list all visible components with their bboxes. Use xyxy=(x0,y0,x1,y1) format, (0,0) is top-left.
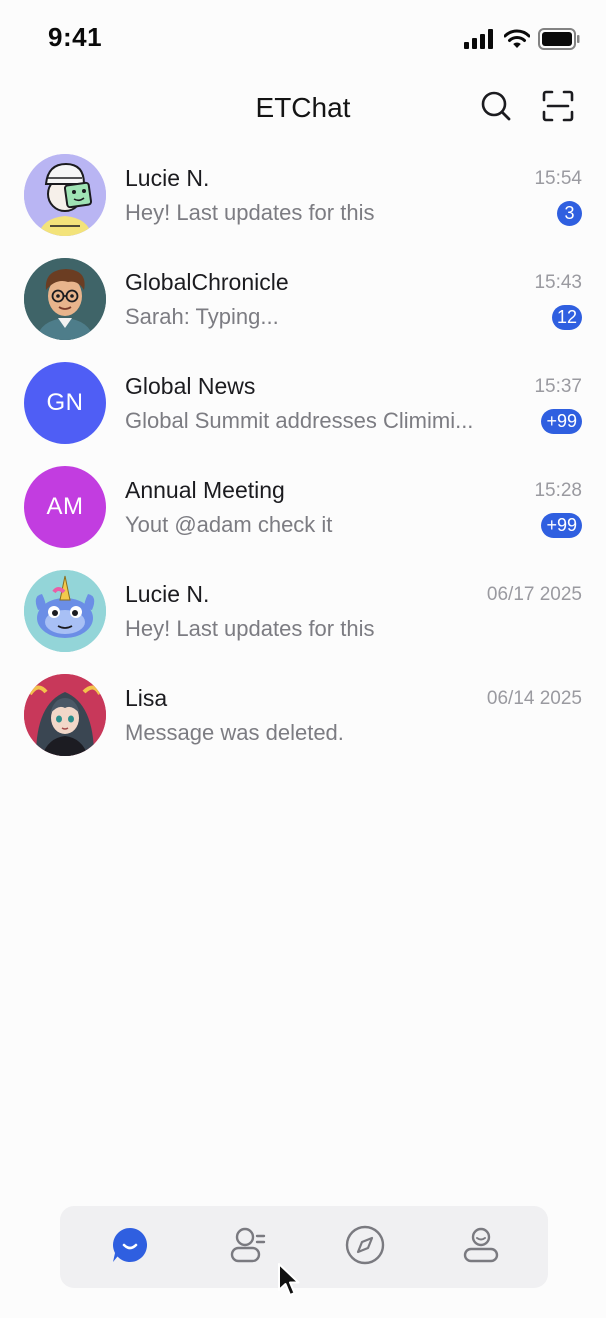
search-icon xyxy=(480,90,512,127)
chat-bubble-icon xyxy=(111,1226,149,1269)
unicorn-avatar-icon xyxy=(24,570,106,652)
chat-name: Annual Meeting xyxy=(125,477,285,503)
chat-item[interactable]: Lucie N. Hey! Last updates for this 15:5… xyxy=(0,150,606,254)
chat-preview: Hey! Last updates for this xyxy=(125,200,375,225)
unread-badge: +99 xyxy=(541,513,582,538)
chat-name: Lisa xyxy=(125,685,168,711)
tab-bar xyxy=(60,1206,548,1288)
tab-me[interactable] xyxy=(461,1227,501,1267)
avatar xyxy=(24,674,106,756)
avatar-initials: AM xyxy=(46,493,84,520)
header: ETChat xyxy=(0,80,606,140)
chat-time: 06/17 2025 xyxy=(486,584,582,605)
chat-item[interactable]: GN Global News Global Summit addresses C… xyxy=(0,358,606,462)
chat-time: 15:54 xyxy=(534,168,582,189)
avatar: AM xyxy=(24,466,106,548)
mouse-cursor-icon xyxy=(277,1262,301,1303)
chat-name: Lucie N. xyxy=(125,165,210,191)
chat-time: 15:37 xyxy=(534,376,582,397)
chat-time: 15:28 xyxy=(534,480,582,501)
cartoon-boy-avatar-icon xyxy=(24,258,106,340)
chat-item[interactable]: Lisa Message was deleted. 06/14 2025 xyxy=(0,670,606,774)
battery-icon xyxy=(538,28,580,55)
unread-badge: 12 xyxy=(551,305,582,330)
search-button[interactable] xyxy=(478,90,514,126)
avatar xyxy=(24,570,106,652)
chat-name: GlobalChronicle xyxy=(125,269,289,295)
app-title: ETChat xyxy=(255,92,351,123)
avatar: GN xyxy=(24,362,106,444)
status-bar: 9:41 xyxy=(0,0,606,80)
chat-time: 06/14 2025 xyxy=(486,688,582,709)
profile-icon xyxy=(462,1226,500,1269)
tab-chats[interactable] xyxy=(110,1227,150,1267)
anime-girl-avatar-icon xyxy=(24,674,106,756)
chat-item[interactable]: GlobalChronicle Sarah: Typing... 15:43 1… xyxy=(0,254,606,358)
tab-contacts[interactable] xyxy=(228,1227,268,1267)
chat-item[interactable]: AM Annual Meeting Yout @adam check it 15… xyxy=(0,462,606,566)
scan-icon xyxy=(542,90,574,127)
illustrated-avatar-icon xyxy=(24,154,106,236)
unread-badge: +99 xyxy=(541,409,582,434)
chat-preview: Message was deleted. xyxy=(125,720,344,745)
chat-preview: Yout @adam check it xyxy=(125,512,333,537)
status-icons xyxy=(464,28,580,55)
tab-discover[interactable] xyxy=(345,1225,385,1270)
chat-name: Lucie N. xyxy=(125,581,210,607)
chat-item[interactable]: Lucie N. Hey! Last updates for this 06/1… xyxy=(0,566,606,670)
chat-preview: Hey! Last updates for this xyxy=(125,616,375,641)
chat-time: 15:43 xyxy=(534,272,582,293)
chat-preview: Global Summit addresses Climimi... xyxy=(125,408,474,433)
chat-preview: Sarah: Typing... xyxy=(125,304,279,329)
avatar xyxy=(24,154,106,236)
avatar-initials: GN xyxy=(46,389,84,416)
wifi-icon xyxy=(503,29,531,54)
cellular-signal-icon xyxy=(464,29,496,54)
avatar xyxy=(24,258,106,340)
chat-list: Lucie N. Hey! Last updates for this 15:5… xyxy=(0,150,606,774)
chat-name: Global News xyxy=(125,373,256,399)
status-time: 9:41 xyxy=(48,22,103,52)
compass-icon xyxy=(345,1225,385,1270)
scan-button[interactable] xyxy=(540,90,576,126)
contacts-icon xyxy=(229,1226,267,1269)
unread-badge: 3 xyxy=(557,201,582,226)
